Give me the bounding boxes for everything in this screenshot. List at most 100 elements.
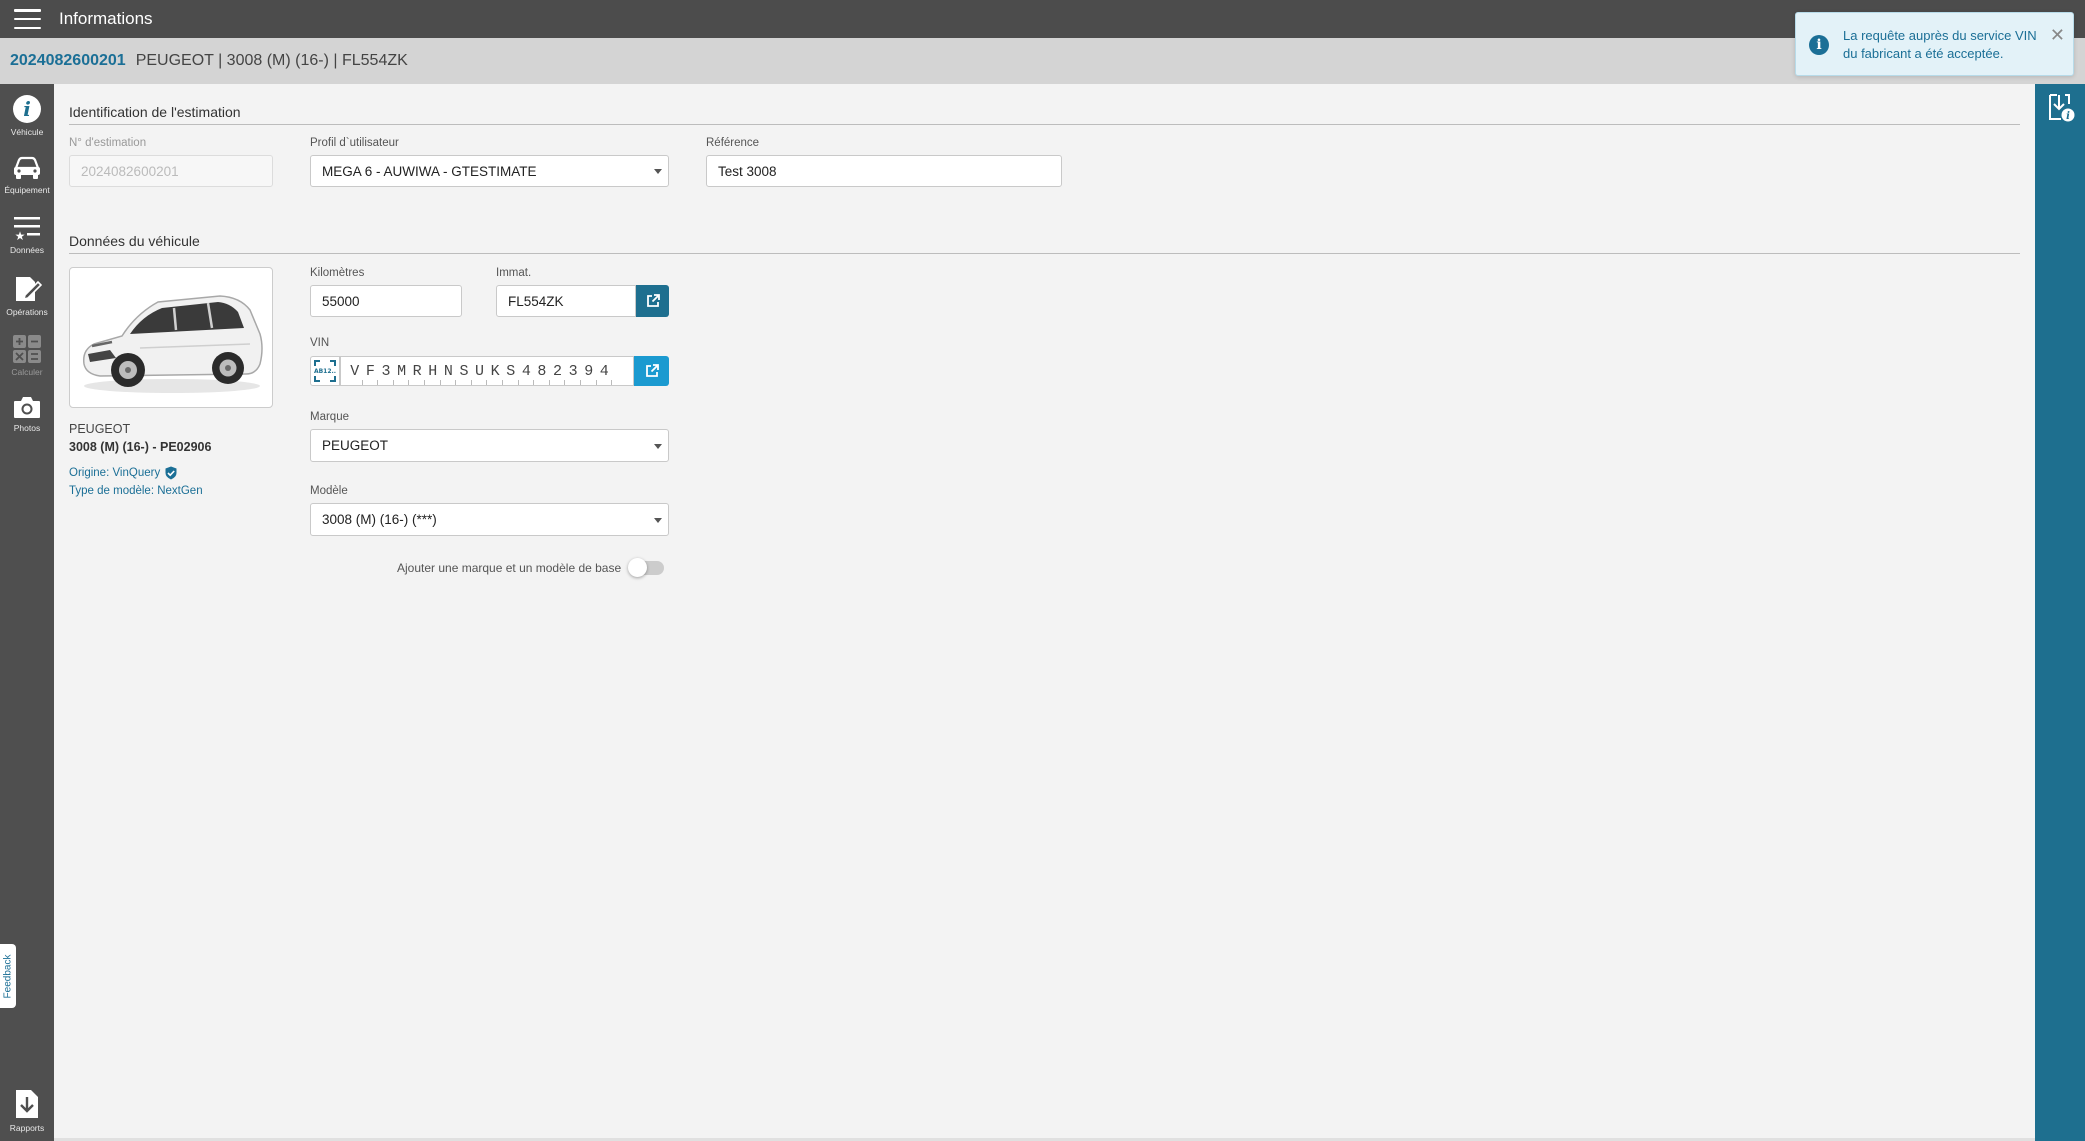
plate-label: Immat. [496, 267, 532, 279]
calculator-icon [13, 335, 41, 363]
feedback-label: Feedback [2, 954, 14, 998]
sidebar-item-label: Équipement [4, 185, 50, 195]
info-icon: i [1809, 35, 1829, 55]
chevron-down-icon [654, 517, 662, 523]
toast-message: La requête auprès du service VIN du fabr… [1843, 28, 2037, 61]
camera-icon [14, 397, 40, 418]
sidebar-item-label: Données [9, 245, 45, 255]
vin-char: F [363, 363, 379, 385]
vin-char: 4 [597, 363, 613, 385]
sidebar-item-photos[interactable]: Photos [0, 388, 54, 446]
model-type-link[interactable]: Type de modèle: NextGen [69, 485, 203, 497]
sidebar-item-label: Véhicule [10, 127, 44, 137]
sidebar-item-operations[interactable]: Opérations [0, 268, 54, 326]
vin-characters: VF3MRHNSUKS482394 [341, 363, 613, 385]
close-icon[interactable]: ✕ [2050, 26, 2065, 44]
vin-lookup-button[interactable] [634, 356, 669, 386]
sidebar-item-calculer[interactable]: Calculer [0, 328, 54, 386]
profile-label: Profil d`utilisateur [310, 137, 399, 149]
vin-char: K [487, 363, 503, 385]
sidebar-item-label: Opérations [6, 307, 48, 317]
plate-input[interactable]: FL554ZK [496, 285, 636, 317]
section-divider [69, 124, 2020, 125]
scan-text: AB12.. [314, 368, 336, 375]
vin-char: 2 [550, 363, 566, 385]
vin-char: 3 [378, 363, 394, 385]
estimate-no-field: 2024082600201 [69, 155, 273, 187]
brand-label: Marque [310, 411, 349, 423]
right-sidebar: i [2035, 84, 2085, 1141]
external-link-icon [646, 294, 660, 307]
model-select[interactable]: 3008 (M) (16-) (***) [310, 503, 669, 536]
model-value: 3008 (M) (16-) (***) [322, 512, 437, 527]
main-content [54, 84, 2035, 1141]
vin-char: H [425, 363, 441, 385]
vin-char: U [472, 363, 488, 385]
svg-text:★: ★ [15, 229, 26, 242]
brand-select[interactable]: PEUGEOT [310, 429, 669, 462]
sidebar-item-label: Calculer [11, 367, 43, 377]
info-icon: i [13, 95, 41, 123]
page-title: Informations [59, 9, 153, 28]
sidebar-item-donnees[interactable]: ★ Données [0, 208, 54, 266]
base-model-toggle-label: Ajouter une marque et un modèle de base [397, 561, 622, 575]
brand-value: PEUGEOT [322, 438, 389, 453]
base-model-toggle[interactable] [628, 558, 664, 577]
external-link-icon [645, 364, 659, 377]
reference-input[interactable]: Test 3008 [706, 155, 1062, 187]
left-sidebar: i Véhicule Équipement ★ Données Opératio… [0, 84, 54, 1141]
chevron-down-icon [654, 443, 662, 449]
vin-char: 3 [565, 363, 581, 385]
notification-toast: i La requête auprès du service VIN du fa… [1795, 12, 2074, 76]
model-label: Modèle [310, 485, 348, 497]
vehicle-image [69, 267, 273, 408]
feedback-tab[interactable]: Feedback [0, 944, 16, 1008]
vin-char: R [409, 363, 425, 385]
section-title-vehicle: Données du véhicule [69, 233, 200, 249]
origin-link[interactable]: Origine: VinQuery [69, 467, 160, 479]
profile-value: MEGA 6 - AUWIWA - GTESTIMATE [322, 163, 537, 179]
section-divider [69, 253, 2020, 254]
sidebar-item-label: Rapports [9, 1123, 45, 1133]
svg-text:i: i [2066, 111, 2070, 122]
vin-char: 9 [581, 363, 597, 385]
svg-text:i: i [23, 97, 31, 121]
reference-label: Référence [706, 137, 760, 149]
chevron-down-icon [654, 169, 662, 174]
vehicle-make: PEUGEOT [69, 422, 131, 436]
verified-check-icon [165, 466, 177, 480]
scan-icon: AB12.. [314, 360, 336, 382]
vin-char: V [347, 363, 363, 385]
estimate-number-link[interactable]: 2024082600201 [10, 52, 126, 70]
hamburger-menu-icon[interactable] [14, 9, 41, 29]
vin-char: N [441, 363, 457, 385]
vin-char: S [503, 363, 519, 385]
vin-char: 4 [519, 363, 535, 385]
vehicle-summary: PEUGEOT | 3008 (M) (16-) | FL554ZK [135, 52, 408, 69]
car-illustration [82, 295, 263, 393]
car-icon [14, 156, 40, 179]
top-bar: Informations [0, 0, 2085, 38]
vin-scan-button[interactable]: AB12.. [310, 356, 340, 386]
vin-char: 8 [534, 363, 550, 385]
vin-char: S [456, 363, 472, 385]
sidebar-item-vehicule[interactable]: i Véhicule [0, 88, 54, 146]
km-input[interactable]: 55000 [310, 285, 462, 317]
vehicle-model-line: 3008 (M) (16-) - PE02906 [69, 440, 212, 454]
download-info-icon[interactable]: i [2047, 92, 2075, 124]
sidebar-item-equipement[interactable]: Équipement [0, 148, 54, 206]
sidebar-item-label: Photos [13, 423, 41, 433]
profile-select[interactable]: MEGA 6 - AUWIWA - GTESTIMATE [310, 155, 669, 187]
vin-input[interactable]: VF3MRHNSUKS482394 [340, 356, 634, 386]
vin-label: VIN [310, 337, 330, 349]
vehicle-origin: Origine: VinQuery [69, 466, 178, 480]
section-title-identification: Identification de l'estimation [69, 104, 241, 120]
sidebar-item-rapports[interactable]: Rapports [0, 1082, 54, 1140]
vin-char: M [394, 363, 410, 385]
download-report-icon [16, 1090, 38, 1118]
edit-document-icon [16, 277, 42, 301]
plate-lookup-button[interactable] [636, 285, 669, 317]
estimate-no-label: N° d'estimation [69, 137, 147, 149]
data-list-icon: ★ [14, 217, 40, 242]
km-label: Kilomètres [310, 267, 365, 279]
